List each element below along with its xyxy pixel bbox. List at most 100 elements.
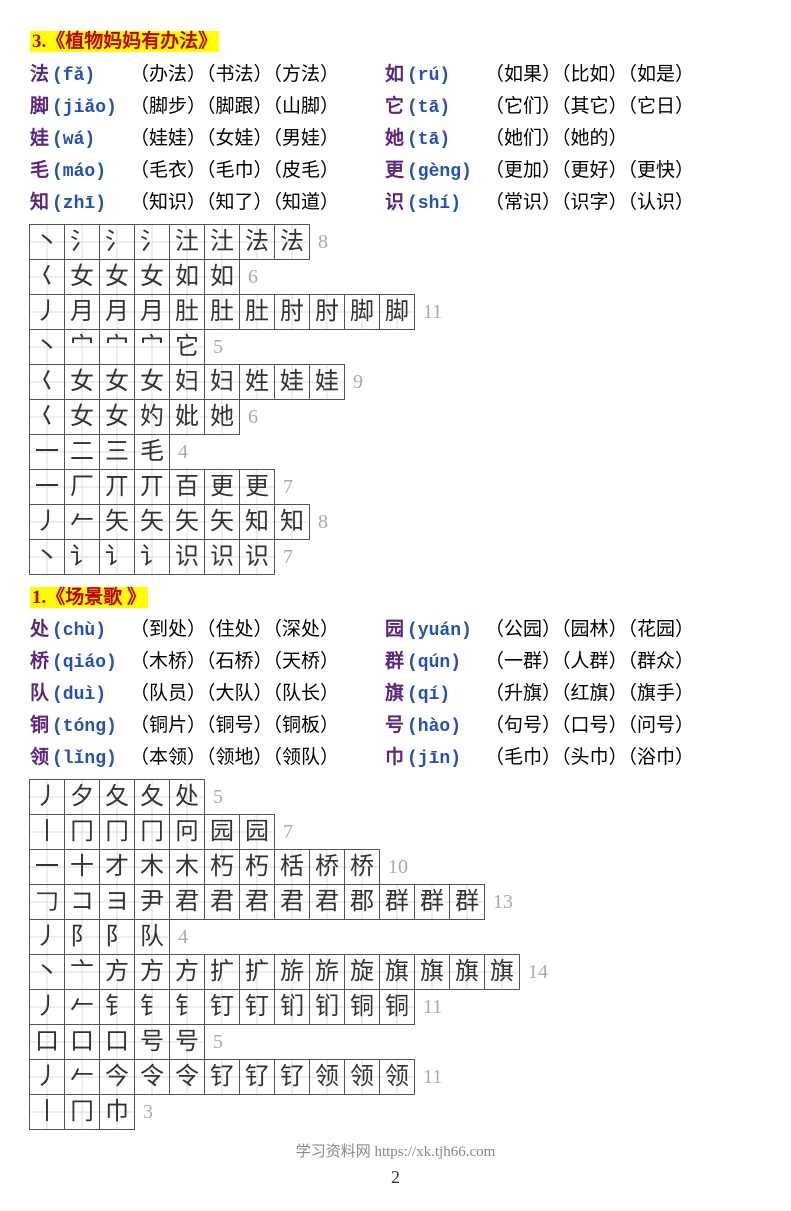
- stroke-cell: 旗: [449, 954, 485, 990]
- stroke-row: 一十才木木朽朽栝桥桥10: [30, 849, 761, 885]
- stroke-count: 6: [248, 262, 258, 292]
- stroke-cell: 女: [99, 364, 135, 400]
- stroke-cell: 知: [274, 504, 310, 540]
- stroke-cell: 氵: [134, 224, 170, 260]
- vocab-char: 毛: [30, 157, 52, 186]
- stroke-cell: 肚: [204, 294, 240, 330]
- vocab-char: 园: [385, 616, 407, 645]
- stroke-cell: 夂: [134, 779, 170, 815]
- stroke-cell: 她: [204, 399, 240, 435]
- word-row: 娃(wá)（娃娃）（女娃）（男娃）她(tā)（她们）（她的）: [30, 125, 761, 154]
- stroke-cell: 君: [169, 884, 205, 920]
- stroke-count: 6: [248, 402, 258, 432]
- stroke-cell: 丌: [134, 469, 170, 505]
- vocab-char: 法: [30, 61, 52, 90]
- stroke-cell: 矢: [134, 504, 170, 540]
- stroke-cell: 一: [29, 849, 65, 885]
- stroke-cell: 扩: [239, 954, 275, 990]
- page-number: 2: [30, 1164, 761, 1191]
- stroke-cell: 号: [134, 1024, 170, 1060]
- stroke-cell: 旗: [379, 954, 415, 990]
- vocab-words: （铜片）（铜号）（铜板）: [130, 712, 339, 741]
- vocab-pinyin: (hào): [407, 714, 485, 741]
- stroke-cell: 钉: [204, 989, 240, 1025]
- stroke-cell: 钔: [309, 989, 345, 1025]
- stroke-cell: 冂: [99, 814, 135, 850]
- stroke-row: 丨冂冂冂冋园园7: [30, 814, 761, 850]
- stroke-cell: 朽: [204, 849, 240, 885]
- vocab-words: （办法）（书法）（方法）: [130, 61, 339, 90]
- stroke-cell: 朽: [239, 849, 275, 885]
- stroke-cell: 月: [134, 294, 170, 330]
- stroke-cell: 口: [99, 1024, 135, 1060]
- stroke-cell: 丿: [29, 989, 65, 1025]
- stroke-cell: 旂: [309, 954, 345, 990]
- stroke-cell: 丿: [29, 1059, 65, 1095]
- stroke-cell: 矢: [204, 504, 240, 540]
- stroke-row: 丿𠂉矢矢矢矢知知8: [30, 504, 761, 540]
- stroke-cell: 钔: [274, 989, 310, 1025]
- word-row: 桥(qiáo)（木桥）（石桥）（天桥）群(qún)（一群）（人群）（群众）: [30, 648, 761, 677]
- stroke-cell: 冂: [64, 1094, 100, 1130]
- vocab-pinyin: (jiǎo): [52, 95, 130, 122]
- stroke-cell: 钅: [134, 989, 170, 1025]
- stroke-cell: 口: [64, 1024, 100, 1060]
- stroke-cell: 氵: [64, 224, 100, 260]
- stroke-cell: 月: [99, 294, 135, 330]
- stroke-cell: 方: [169, 954, 205, 990]
- stroke-cell: 丶: [29, 954, 65, 990]
- vocab-pinyin: (qí): [407, 682, 485, 709]
- stroke-cell: 丶: [29, 329, 65, 365]
- stroke-row: 丿夕夂夂处5: [30, 779, 761, 815]
- stroke-cell: 丿: [29, 919, 65, 955]
- word-row: 队(duì)（队员）（大队）（队长）旗(qí)（升旗）（红旗）（旗手）: [30, 680, 761, 709]
- vocab-pinyin: (shí): [407, 191, 485, 218]
- stroke-cell: 女: [99, 259, 135, 295]
- vocab-char: 群: [385, 648, 407, 677]
- stroke-cell: 丿: [29, 779, 65, 815]
- stroke-cell: 令: [169, 1059, 205, 1095]
- vocab-pinyin: (rú): [407, 63, 485, 90]
- word-row: 领(lǐng)（本领）（领地）（领队）巾 (jīn)（毛巾）（头巾）（浴巾）: [30, 744, 761, 773]
- stroke-cell: 今: [99, 1059, 135, 1095]
- stroke-cell: 旋: [344, 954, 380, 990]
- vocab-char: 更: [385, 157, 407, 186]
- stroke-count: 14: [528, 957, 548, 987]
- stroke-row: 丨冂巾3: [30, 1094, 761, 1130]
- stroke-cell: 识: [239, 539, 275, 575]
- stroke-cell: 园: [239, 814, 275, 850]
- vocab-char: 如: [385, 61, 407, 90]
- stroke-cell: 讠: [134, 539, 170, 575]
- stroke-count: 7: [283, 472, 293, 502]
- vocab-words: （它们）（其它）（它日）: [485, 93, 694, 122]
- stroke-cell: 脚: [379, 294, 415, 330]
- word-row: 知(zhī)（知识）（知了）（知道）识(shí)（常识）（识字）（认识）: [30, 189, 761, 218]
- vocab-char: 处: [30, 616, 52, 645]
- stroke-cell: 群: [379, 884, 415, 920]
- stroke-cell: 钉: [239, 989, 275, 1025]
- stroke-cell: 它: [169, 329, 205, 365]
- stroke-cell: 木: [169, 849, 205, 885]
- stroke-cell: 肚: [169, 294, 205, 330]
- section-title: 3.《植物妈妈有办法》: [30, 31, 219, 52]
- stroke-cell: 肘: [309, 294, 345, 330]
- stroke-cell: 扩: [204, 954, 240, 990]
- vocab-words: （到处）（住处）（深处）: [130, 616, 339, 645]
- stroke-count: 5: [213, 782, 223, 812]
- stroke-cell: 矢: [169, 504, 205, 540]
- vocab-words: （升旗）（红旗）（旗手）: [485, 680, 694, 709]
- stroke-cell: 姓: [239, 364, 275, 400]
- vocab-pinyin: (fǎ): [52, 63, 130, 90]
- vocab-pinyin: (jīn): [407, 746, 485, 773]
- stroke-cell: 𠃌: [29, 884, 65, 920]
- stroke-cell: 方: [134, 954, 170, 990]
- stroke-cell: 女: [64, 259, 100, 295]
- stroke-cell: 女: [64, 364, 100, 400]
- vocab-char: 它: [385, 93, 407, 122]
- stroke-cell: 厂: [64, 469, 100, 505]
- stroke-cell: 君: [274, 884, 310, 920]
- section-title: 1.《场景歌 》: [30, 587, 148, 608]
- stroke-cell: 栝: [274, 849, 310, 885]
- stroke-cell: 钅: [169, 989, 205, 1025]
- stroke-cell: 丿: [29, 294, 65, 330]
